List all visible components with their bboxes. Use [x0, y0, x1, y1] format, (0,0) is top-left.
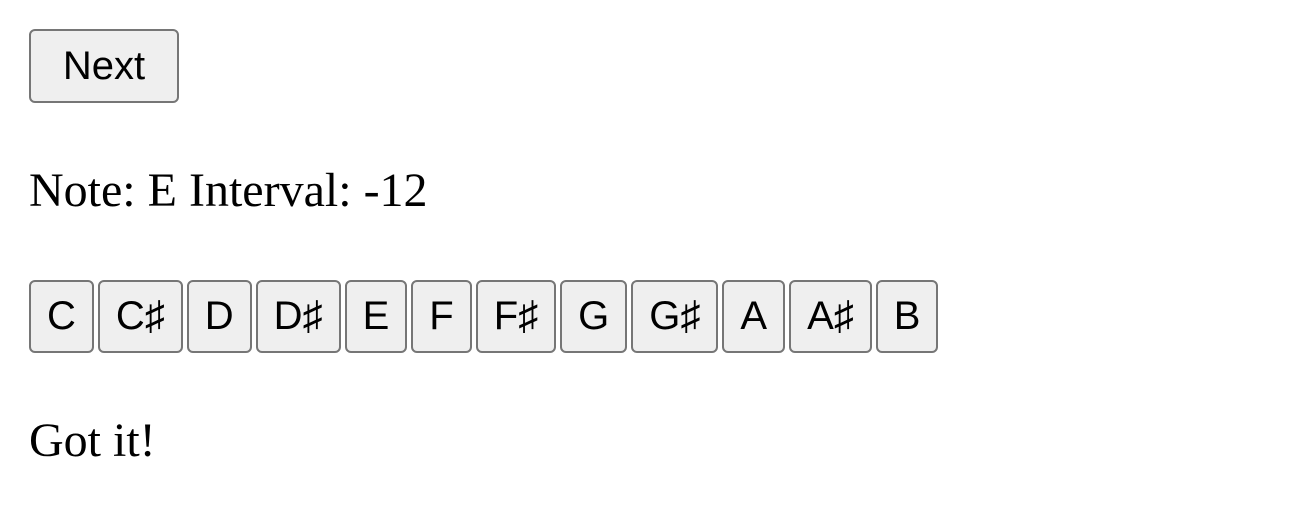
interval-label: Interval: — [188, 164, 352, 217]
note-button-row: C C♯ D D♯ E F F♯ G G♯ A A♯ B — [29, 280, 939, 353]
note-button-d-sharp[interactable]: D♯ — [255, 280, 341, 353]
prompt-line: Note: E Interval: -12 — [29, 163, 428, 219]
note-button-a[interactable]: A — [722, 280, 786, 353]
note-button-d[interactable]: D — [186, 280, 252, 353]
note-button-a-sharp[interactable]: A♯ — [789, 280, 872, 353]
note-button-f-sharp[interactable]: F♯ — [475, 280, 557, 353]
note-button-c-sharp[interactable]: C♯ — [97, 280, 183, 353]
note-value: E — [147, 164, 177, 217]
status-message: Got it! — [29, 414, 156, 467]
note-button-c[interactable]: C — [29, 280, 94, 353]
note-button-g[interactable]: G — [560, 280, 628, 353]
note-button-b[interactable]: B — [875, 280, 939, 353]
note-label: Note: — [29, 164, 136, 217]
interval-value: -12 — [363, 164, 428, 217]
next-button[interactable]: Next — [29, 29, 179, 103]
note-button-e[interactable]: E — [344, 280, 408, 353]
note-button-f[interactable]: F — [411, 280, 472, 353]
note-button-g-sharp[interactable]: G♯ — [631, 280, 719, 353]
